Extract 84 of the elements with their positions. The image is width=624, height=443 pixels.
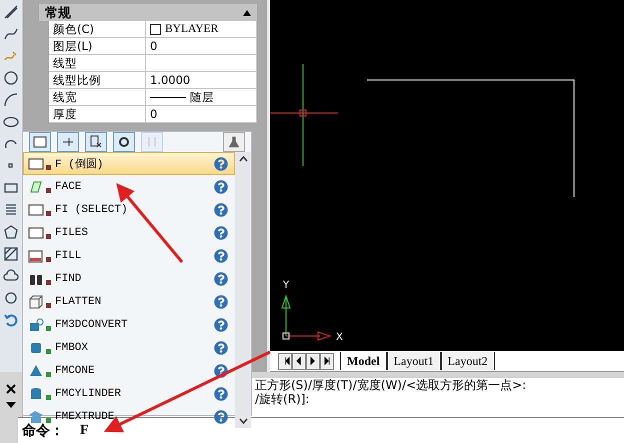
donut-tool-icon[interactable] [3, 290, 19, 306]
circle-tool-icon[interactable] [3, 70, 19, 86]
command-suggestion[interactable]: FMCONE [23, 359, 235, 382]
property-value[interactable]: 1.0000 [146, 72, 257, 89]
command-icon [28, 224, 44, 240]
help-icon[interactable] [214, 294, 228, 308]
dropdown-arrow-icon[interactable] [6, 402, 16, 408]
undo-arrow-icon[interactable] [3, 312, 19, 328]
command-icon [28, 202, 44, 218]
popup-tool-button[interactable] [85, 132, 107, 152]
layout-tab[interactable]: Layout1 [386, 352, 441, 370]
property-label: 线型 [49, 55, 146, 72]
command-input[interactable]: F [78, 422, 142, 440]
command-history-line: 正方形(S)/厚度(T)/宽度(W)/<选取方形的第一点>: [255, 378, 528, 392]
property-value[interactable]: 0 [146, 106, 257, 123]
command-icon [28, 386, 44, 402]
tab-nav-button[interactable] [278, 352, 292, 370]
property-label: 颜色(C) [49, 21, 146, 38]
line-tool-icon[interactable] [3, 4, 19, 20]
help-icon[interactable] [214, 180, 228, 194]
help-icon[interactable] [214, 386, 228, 400]
popup-tool-button[interactable] [29, 132, 51, 152]
help-icon[interactable] [214, 272, 228, 286]
property-value[interactable]: BYLAYER [146, 21, 257, 38]
property-value[interactable]: 0 [146, 38, 257, 55]
property-label: 图层(L) [49, 38, 146, 55]
y-axis-label: Y [283, 280, 290, 291]
command-suggestion[interactable]: FI (SELECT) [23, 198, 235, 221]
command-suggestion[interactable]: FILES [23, 221, 235, 244]
color-swatch [150, 24, 161, 34]
tab-nav-button[interactable] [292, 352, 306, 370]
help-icon[interactable] [214, 226, 228, 240]
command-icon [28, 294, 44, 310]
flask-icon [227, 135, 241, 149]
command-suggestion[interactable]: FILL [23, 244, 235, 267]
popup-tool-button[interactable] [113, 132, 135, 152]
command-icon [28, 316, 44, 332]
help-icon[interactable] [214, 340, 228, 354]
scroll-down-icon[interactable] [238, 418, 248, 424]
section-header[interactable]: 常规 [39, 4, 257, 21]
help-icon[interactable] [214, 410, 228, 424]
x-axis-label: X [336, 332, 343, 343]
ellipse-tool-icon[interactable] [3, 114, 19, 130]
layout-tab[interactable]: Layout2 [440, 352, 495, 370]
curve-tool-icon[interactable] [3, 26, 19, 42]
property-label: 线型比例 [49, 72, 146, 89]
collapse-caret-icon[interactable] [243, 10, 251, 16]
line-sample-icon [150, 96, 186, 98]
scroll-up-icon[interactable] [238, 156, 248, 162]
window-icon [32, 134, 48, 150]
help-icon[interactable] [214, 202, 228, 216]
cut-icon [88, 134, 104, 150]
command-suggestion[interactable]: F (倒圆) [23, 152, 235, 175]
hatch-tool-icon[interactable] [3, 246, 19, 262]
tab-nav-button[interactable] [306, 352, 320, 370]
command-icon [28, 248, 44, 264]
arc-tool-icon[interactable] [3, 92, 19, 108]
command-prompt: 命令： [21, 422, 64, 440]
property-label: 厚度 [49, 106, 146, 123]
command-suggestion[interactable]: FACE [23, 175, 235, 198]
ucs-axis-icon [281, 294, 332, 341]
help-icon[interactable] [214, 364, 228, 378]
help-icon[interactable] [214, 156, 228, 170]
command-suggestion[interactable]: FM3DCONVERT [23, 313, 235, 336]
scrollbar[interactable] [235, 152, 251, 428]
flask-button[interactable] [223, 132, 245, 152]
command-suggestion[interactable]: FIND [23, 267, 235, 290]
command-icon [28, 178, 44, 194]
tab-nav-button[interactable] [320, 352, 334, 370]
close-icon[interactable] [6, 384, 16, 394]
nav-arrow-icon [294, 354, 304, 368]
help-icon[interactable] [214, 248, 228, 262]
command-suggestion[interactable]: FMBOX [23, 336, 235, 359]
polygon-tool-icon[interactable] [3, 224, 19, 240]
command-icon [28, 408, 44, 424]
popup-tool-button[interactable] [57, 132, 79, 152]
layout-tab[interactable]: Model [340, 352, 387, 370]
property-value[interactable]: 随层 [146, 89, 257, 106]
help-icon[interactable] [214, 318, 228, 332]
command-suggestion[interactable]: FLATTEN [23, 290, 235, 313]
command-history-line: /旋转(R)]: [255, 392, 310, 406]
command-suggestion[interactable]: FMCYLINDER [23, 382, 235, 405]
property-label: 线宽 [49, 89, 146, 106]
command-icon [28, 156, 44, 172]
